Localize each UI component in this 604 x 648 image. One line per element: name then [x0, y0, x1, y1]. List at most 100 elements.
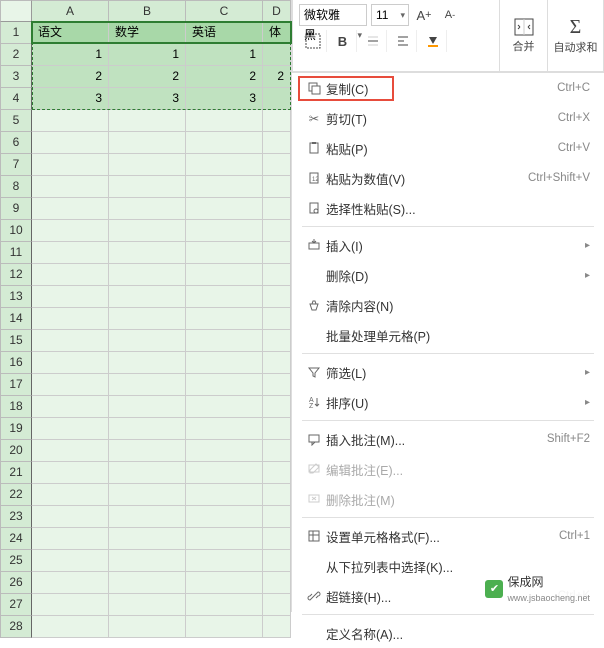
cell[interactable] — [109, 572, 186, 594]
col-header-c[interactable]: C — [186, 0, 263, 22]
cell-d1[interactable]: 体育 — [263, 22, 291, 44]
vertical-align-icon[interactable] — [359, 30, 387, 52]
menu-sort[interactable]: AZ 排序(U) ▸ — [292, 387, 604, 417]
cell[interactable] — [109, 308, 186, 330]
cell-a3[interactable]: 2 — [32, 66, 109, 88]
cell[interactable] — [109, 616, 186, 638]
cell[interactable] — [186, 506, 263, 528]
cell[interactable] — [109, 176, 186, 198]
menu-delete[interactable]: 删除(D) ▸ — [292, 260, 604, 290]
cell-c1[interactable]: 英语 — [186, 22, 263, 44]
menu-clear[interactable]: 清除内容(N) — [292, 290, 604, 320]
cell[interactable] — [263, 528, 291, 550]
cell[interactable] — [186, 616, 263, 638]
cell[interactable] — [263, 506, 291, 528]
font-name-select[interactable]: 微软雅黑 — [299, 4, 367, 26]
cell[interactable] — [109, 330, 186, 352]
cell-b1[interactable]: 数学 — [109, 22, 186, 44]
cell[interactable] — [32, 286, 109, 308]
row-header-4[interactable]: 4 — [0, 88, 32, 110]
cell[interactable] — [186, 132, 263, 154]
spreadsheet-grid[interactable]: A B C D 1 语文 数学 英语 体育 2 1 1 1 3 2 2 2 2 … — [0, 0, 292, 612]
menu-cut[interactable]: ✂ 剪切(T) Ctrl+X — [292, 103, 604, 133]
cell[interactable] — [32, 484, 109, 506]
cell-a2[interactable]: 1 — [32, 44, 109, 66]
row-header[interactable]: 25 — [0, 550, 32, 572]
cell[interactable] — [32, 396, 109, 418]
cell-b2[interactable]: 1 — [109, 44, 186, 66]
row-header[interactable]: 13 — [0, 286, 32, 308]
row-header[interactable]: 18 — [0, 396, 32, 418]
row-header[interactable]: 26 — [0, 572, 32, 594]
cell-d4[interactable] — [263, 88, 291, 110]
cell-b3[interactable]: 2 — [109, 66, 186, 88]
cell[interactable] — [263, 308, 291, 330]
cell[interactable] — [186, 418, 263, 440]
cell-a4[interactable]: 3 — [32, 88, 109, 110]
row-header[interactable]: 11 — [0, 242, 32, 264]
cell[interactable] — [263, 154, 291, 176]
cell[interactable] — [32, 220, 109, 242]
cell[interactable] — [32, 242, 109, 264]
font-size-select[interactable]: 11 — [371, 4, 409, 26]
cell[interactable] — [32, 418, 109, 440]
cell[interactable] — [32, 154, 109, 176]
row-header[interactable]: 8 — [0, 176, 32, 198]
cell[interactable] — [263, 132, 291, 154]
cell[interactable] — [263, 594, 291, 616]
cell[interactable] — [263, 352, 291, 374]
fill-color-icon[interactable] — [419, 30, 447, 52]
cell[interactable] — [186, 352, 263, 374]
cell[interactable] — [186, 308, 263, 330]
menu-paste-values[interactable]: 12 粘贴为数值(V) Ctrl+Shift+V — [292, 163, 604, 193]
align-icon[interactable] — [389, 30, 417, 52]
cell[interactable] — [32, 440, 109, 462]
menu-insert-comment[interactable]: 插入批注(M)... Shift+F2 — [292, 424, 604, 454]
row-header[interactable]: 15 — [0, 330, 32, 352]
cell[interactable] — [32, 594, 109, 616]
cell[interactable] — [263, 550, 291, 572]
cell-c3[interactable]: 2 — [186, 66, 263, 88]
cell[interactable] — [186, 528, 263, 550]
cell-b4[interactable]: 3 — [109, 88, 186, 110]
cell[interactable] — [109, 286, 186, 308]
cell[interactable] — [109, 440, 186, 462]
cell[interactable] — [109, 198, 186, 220]
cell[interactable] — [263, 286, 291, 308]
cell[interactable] — [186, 242, 263, 264]
row-header[interactable]: 24 — [0, 528, 32, 550]
menu-define-name[interactable]: 定义名称(A)... — [292, 618, 604, 648]
cell[interactable] — [109, 550, 186, 572]
cell[interactable] — [109, 594, 186, 616]
cell[interactable] — [186, 594, 263, 616]
cell[interactable] — [32, 352, 109, 374]
row-header[interactable]: 9 — [0, 198, 32, 220]
cell[interactable] — [263, 264, 291, 286]
row-header-2[interactable]: 2 — [0, 44, 32, 66]
cell[interactable] — [186, 374, 263, 396]
cell[interactable] — [263, 396, 291, 418]
cell[interactable] — [32, 462, 109, 484]
cell[interactable] — [109, 418, 186, 440]
cell[interactable] — [263, 418, 291, 440]
cell[interactable] — [32, 176, 109, 198]
col-header-d[interactable]: D — [263, 0, 291, 22]
cell[interactable] — [263, 198, 291, 220]
cell[interactable] — [109, 352, 186, 374]
row-header-1[interactable]: 1 — [0, 22, 32, 44]
cell[interactable] — [32, 572, 109, 594]
bold-button[interactable]: B — [329, 30, 357, 52]
increase-font-icon[interactable]: A+ — [413, 4, 435, 26]
cell-c4[interactable]: 3 — [186, 88, 263, 110]
cell[interactable] — [263, 572, 291, 594]
cell-d2[interactable] — [263, 44, 291, 66]
cell[interactable] — [32, 110, 109, 132]
row-header[interactable]: 7 — [0, 154, 32, 176]
cell[interactable] — [32, 550, 109, 572]
row-header[interactable]: 10 — [0, 220, 32, 242]
cell[interactable] — [32, 330, 109, 352]
cell[interactable] — [109, 484, 186, 506]
decrease-font-icon[interactable]: A- — [439, 4, 461, 26]
row-header[interactable]: 21 — [0, 462, 32, 484]
cell[interactable] — [32, 132, 109, 154]
